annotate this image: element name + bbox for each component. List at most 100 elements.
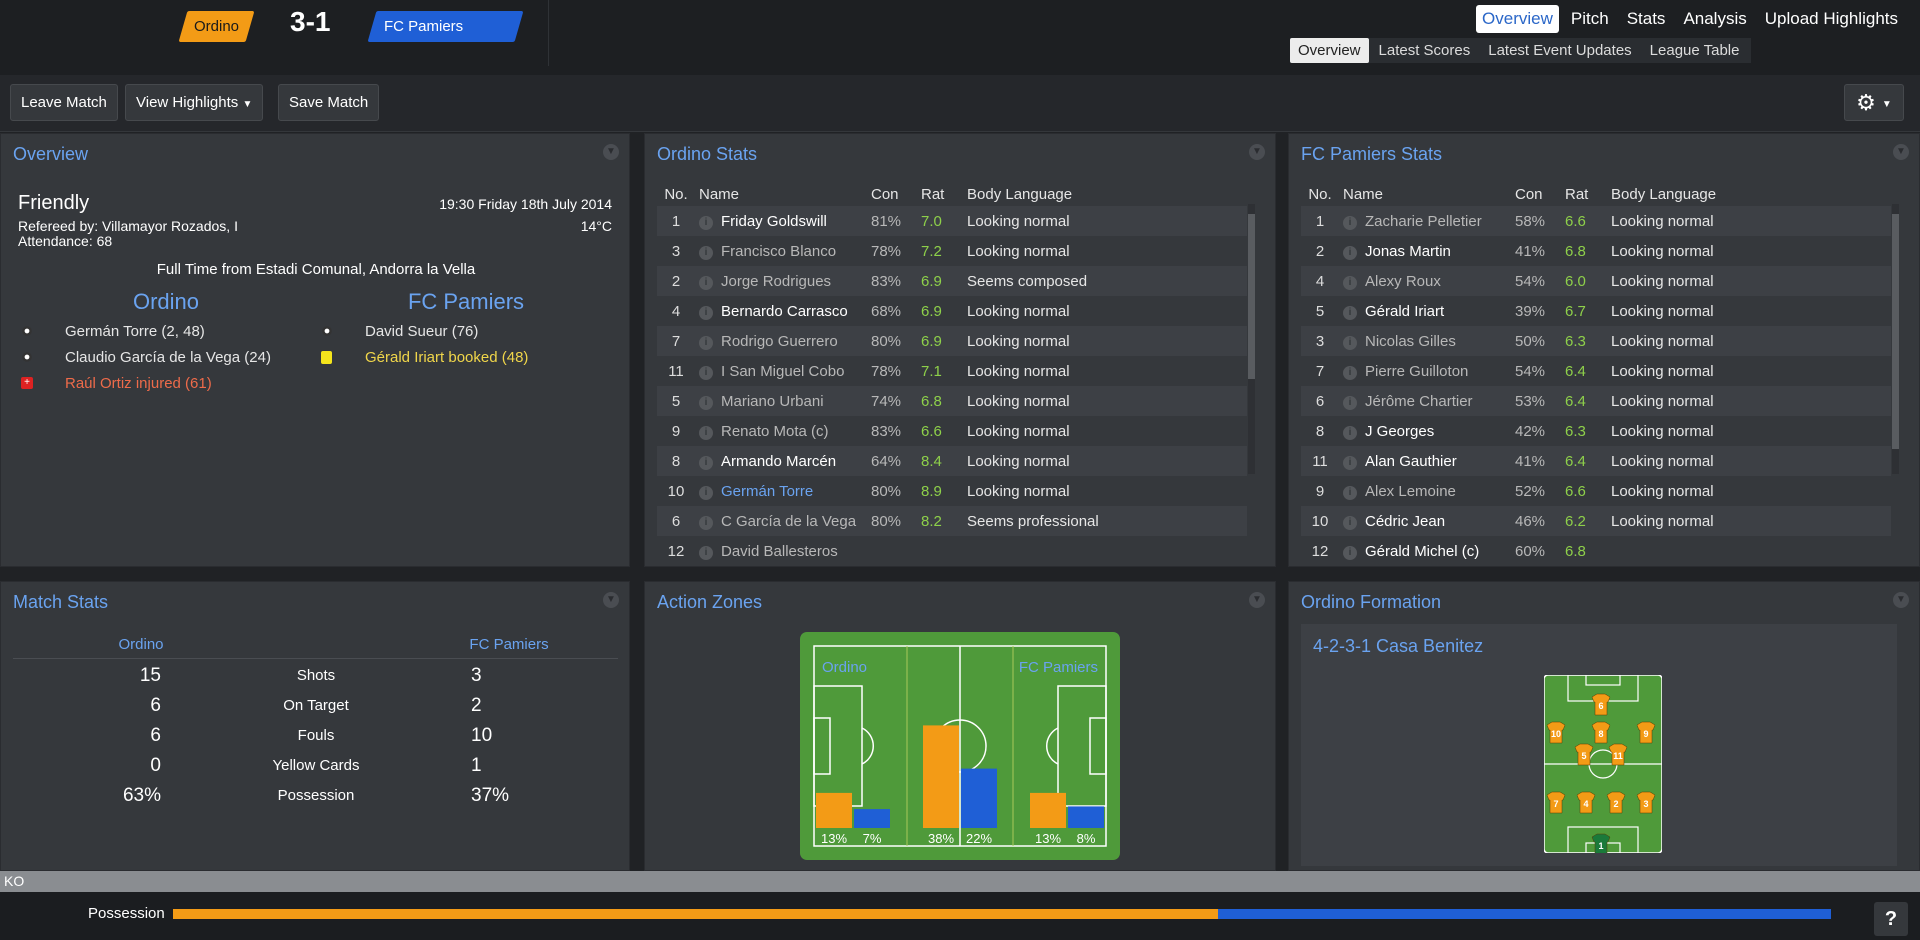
scrollbar-thumb[interactable] [1248, 214, 1255, 379]
player-info-cell[interactable]: i [695, 236, 717, 266]
scrollbar[interactable] [1892, 204, 1899, 474]
table-row[interactable]: 9 i Renato Mota (c) 83% 6.6 Looking normal [657, 416, 1247, 446]
player-name[interactable]: Rodrigo Guerrero [717, 326, 867, 356]
table-row[interactable]: 6i C García de la Vega 80% 8.2 Seems profess… [657, 506, 1247, 536]
info-icon[interactable]: i [1343, 216, 1357, 230]
info-icon[interactable]: i [699, 456, 713, 470]
player-info-cell[interactable]: i [695, 446, 717, 476]
leave-match-button[interactable]: Leave Match [10, 84, 118, 121]
tab-upload-highlights[interactable]: Upload Highlights [1759, 5, 1904, 33]
player-info-cell[interactable]: i [695, 326, 717, 356]
player-info-cell[interactable]: i [1339, 296, 1361, 326]
player-name[interactable]: J Georges [1361, 416, 1511, 446]
player-name[interactable]: Gérald Michel (c) [1361, 536, 1511, 566]
table-row[interactable]: 4 i Alexy Roux 54% 6.0 Looking normal [1301, 266, 1891, 296]
info-icon[interactable]: i [699, 276, 713, 290]
info-icon[interactable]: i [1343, 546, 1357, 560]
info-icon[interactable]: i [1343, 516, 1357, 530]
player-info-cell[interactable]: i [695, 296, 717, 326]
player-info-cell[interactable]: i [695, 416, 717, 446]
player-name[interactable]: I San Miguel Cobo [717, 356, 867, 386]
home-team-badge[interactable]: Ordino [178, 11, 255, 42]
column-header[interactable]: No. [1301, 182, 1339, 206]
view-highlights-button[interactable]: View Highlights ▼ [125, 84, 264, 121]
player-name[interactable]: Francisco Blanco [717, 236, 867, 266]
table-row[interactable]: 12 i David Ballesteros [657, 536, 1247, 566]
table-row[interactable]: 8 i Armando Marcén 64% 8.4 Looking normal [657, 446, 1247, 476]
info-icon[interactable]: i [1343, 396, 1357, 410]
player-name[interactable]: Armando Marcén [717, 446, 867, 476]
player-name[interactable]: Jonas Martin [1361, 236, 1511, 266]
table-row[interactable]: 3 i Francisco Blanco 78% 7.2 Looking normal [657, 236, 1247, 266]
player-name[interactable]: Alan Gauthier [1361, 446, 1511, 476]
info-icon[interactable]: i [1343, 246, 1357, 260]
tab-stats[interactable]: Stats [1621, 5, 1672, 33]
column-header[interactable]: Con [867, 182, 917, 206]
info-icon[interactable]: i [699, 486, 713, 500]
info-icon[interactable]: i [1343, 306, 1357, 320]
player-info-cell[interactable]: i [695, 536, 717, 566]
player-name[interactable]: Gérald Iriart [1361, 296, 1511, 326]
table-row[interactable]: 12 i Gérald Michel (c) 60% 6.8 [1301, 536, 1891, 566]
player-name[interactable]: Mariano Urbani [717, 386, 867, 416]
player-name[interactable]: Nicolas Gilles [1361, 326, 1511, 356]
column-header[interactable]: Name [1339, 182, 1511, 206]
info-icon[interactable]: i [699, 216, 713, 230]
column-header[interactable]: Con [1511, 182, 1561, 206]
player-info-cell[interactable]: i [1339, 326, 1361, 356]
info-icon[interactable]: i [699, 366, 713, 380]
tab-pitch[interactable]: Pitch [1565, 5, 1615, 33]
table-row[interactable]: 4 i Bernardo Carrasco 68% 6.9 Looking normal [657, 296, 1247, 326]
info-icon[interactable]: i [699, 546, 713, 560]
panel-menu-icon[interactable]: ▼ [603, 144, 619, 160]
player-name[interactable]: Jorge Rodrigues [717, 266, 867, 296]
player-info-cell[interactable]: i [695, 356, 717, 386]
table-row[interactable]: 11 i Alan Gauthier 41% 6.4 Looking normal [1301, 446, 1891, 476]
subtab-latest-scores[interactable]: Latest Scores [1371, 38, 1479, 63]
table-row[interactable]: 9 i Alex Lemoine 52% 6.6 Looking normal [1301, 476, 1891, 506]
info-icon[interactable]: i [1343, 426, 1357, 440]
table-row[interactable]: 7 i Pierre Guilloton 54% 6.4 Looking normal [1301, 356, 1891, 386]
table-row[interactable]: 1 i Zacharie Pelletier 58% 6.6 Looking normal [1301, 206, 1891, 236]
info-icon[interactable]: i [699, 516, 713, 530]
player-info-cell[interactable]: i [695, 206, 717, 236]
table-row[interactable]: 5 i Mariano Urbani 74% 6.8 Looking normal [657, 386, 1247, 416]
player-info-cell[interactable]: i [1339, 266, 1361, 296]
info-icon[interactable]: i [699, 336, 713, 350]
save-match-button[interactable]: Save Match [278, 84, 380, 121]
table-row[interactable]: 7 i Rodrigo Guerrero 80% 6.9 Looking normal [657, 326, 1247, 356]
player-info-cell[interactable]: i [695, 476, 717, 506]
info-icon[interactable]: i [699, 396, 713, 410]
table-row[interactable]: 2 i Jonas Martin 41% 6.8 Looking normal [1301, 236, 1891, 266]
table-row[interactable]: 6 i Jérôme Chartier 53% 6.4 Looking normal [1301, 386, 1891, 416]
tab-overview[interactable]: Overview [1476, 5, 1559, 33]
player-name[interactable]: Bernardo Carrasco [717, 296, 867, 326]
player-info-cell[interactable]: i [695, 266, 717, 296]
tab-analysis[interactable]: Analysis [1677, 5, 1752, 33]
column-header[interactable]: Rat [1561, 182, 1607, 206]
info-icon[interactable]: i [699, 426, 713, 440]
player-name[interactable]: Cédric Jean [1361, 506, 1511, 536]
scrollbar[interactable] [1248, 204, 1255, 474]
player-info-cell[interactable]: i [1339, 476, 1361, 506]
subtab-league-table[interactable]: League Table [1642, 38, 1748, 63]
column-header[interactable]: No. [657, 182, 695, 206]
table-row[interactable]: 10 i Germán Torre 80% 8.9 Looking normal [657, 476, 1247, 506]
player-info-cell[interactable]: i [1339, 446, 1361, 476]
player-name[interactable]: Friday Goldswill [717, 206, 867, 236]
info-icon[interactable]: i [699, 246, 713, 260]
table-row[interactable]: 11 i I San Miguel Cobo 78% 7.1 Looking normal [657, 356, 1247, 386]
info-icon[interactable]: i [1343, 366, 1357, 380]
player-info-cell[interactable]: i [695, 386, 717, 416]
player-info-cell[interactable]: i [1339, 206, 1361, 236]
column-header[interactable]: Body Language [963, 182, 1247, 206]
table-row[interactable]: 5 i Gérald Iriart 39% 6.7 Looking normal [1301, 296, 1891, 326]
info-icon[interactable]: i [1343, 456, 1357, 470]
player-name[interactable]: Jérôme Chartier [1361, 386, 1511, 416]
table-row[interactable]: 10 i Cédric Jean 46% 6.2 Looking normal [1301, 506, 1891, 536]
column-header[interactable]: Body Language [1607, 182, 1891, 206]
panel-menu-icon[interactable]: ▼ [603, 592, 619, 608]
table-row[interactable]: 2 i Jorge Rodrigues 83% 6.9 Seems composed [657, 266, 1247, 296]
info-icon[interactable]: i [699, 306, 713, 320]
subtab-overview[interactable]: Overview [1290, 38, 1369, 63]
